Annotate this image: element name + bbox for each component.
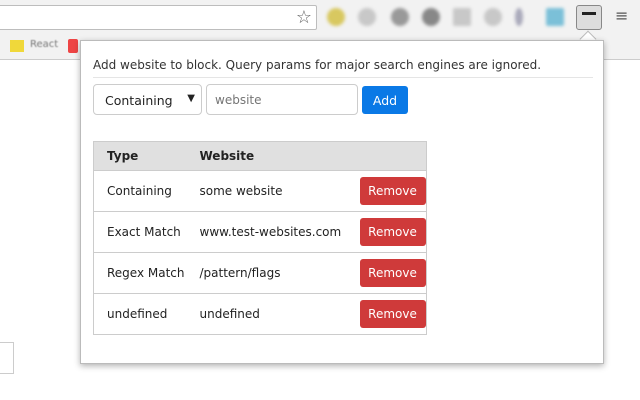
row-website: /pattern/flags [186, 252, 347, 294]
row-action: Remove [346, 252, 427, 294]
row-action: Remove [346, 211, 427, 253]
page-element [0, 342, 14, 374]
remove-button[interactable]: Remove [359, 259, 426, 287]
bookmark-folder-icon [10, 40, 24, 52]
row-type: Containing [93, 170, 187, 212]
column-header-type: Type [93, 141, 187, 171]
remove-button[interactable]: Remove [359, 300, 426, 328]
website-input[interactable] [206, 84, 358, 115]
row-website: some website [186, 170, 347, 212]
row-website: www.test-websites.com [186, 211, 347, 253]
extension-icon[interactable] [422, 8, 440, 26]
bookmark-react[interactable]: React [30, 39, 58, 50]
caret-down-icon: ▼ [187, 93, 195, 104]
popup-description: Add website to block. Query params for m… [93, 58, 593, 78]
column-header-action [346, 141, 427, 171]
match-type-value: Containing [105, 93, 173, 108]
extension-icon[interactable] [358, 8, 376, 26]
table-row: Containing some website Remove [93, 170, 427, 212]
extension-icon[interactable] [546, 8, 564, 26]
table-row: undefined undefined Remove [93, 293, 427, 335]
row-type: undefined [93, 293, 187, 335]
address-bar[interactable]: ☆ [0, 5, 317, 30]
extension-icon[interactable] [453, 8, 471, 26]
table-row: Regex Match/pattern/flags Remove [93, 252, 427, 294]
extension-popup: Add website to block. Query params for m… [80, 40, 604, 364]
extension-icon[interactable] [515, 8, 523, 26]
row-website: undefined [186, 293, 347, 335]
extension-icon[interactable] [327, 8, 345, 26]
extension-icon[interactable] [391, 8, 409, 26]
row-action: Remove [346, 170, 427, 212]
blocked-sites-table: Type Website Containing some website Remov… [93, 141, 427, 335]
bookmark-icon[interactable] [68, 39, 78, 53]
row-type: Regex Match [93, 252, 187, 294]
row-type: Exact Match [93, 211, 187, 253]
browser-toolbar: ☆ ≡ [0, 0, 640, 34]
table-row: Exact Match www.test-websites.com Remove [93, 211, 427, 253]
row-action: Remove [346, 293, 427, 335]
column-header-website: Website [186, 141, 347, 171]
extension-icon[interactable] [484, 8, 502, 26]
bookmark-star-icon[interactable]: ☆ [296, 7, 312, 28]
remove-button[interactable]: Remove [359, 177, 426, 205]
match-type-select[interactable]: Containing ▼ [93, 84, 202, 115]
blocker-extension-button[interactable] [576, 5, 602, 30]
remove-button[interactable]: Remove [359, 218, 426, 246]
add-button[interactable]: Add [362, 86, 408, 114]
menu-icon[interactable]: ≡ [615, 8, 628, 24]
